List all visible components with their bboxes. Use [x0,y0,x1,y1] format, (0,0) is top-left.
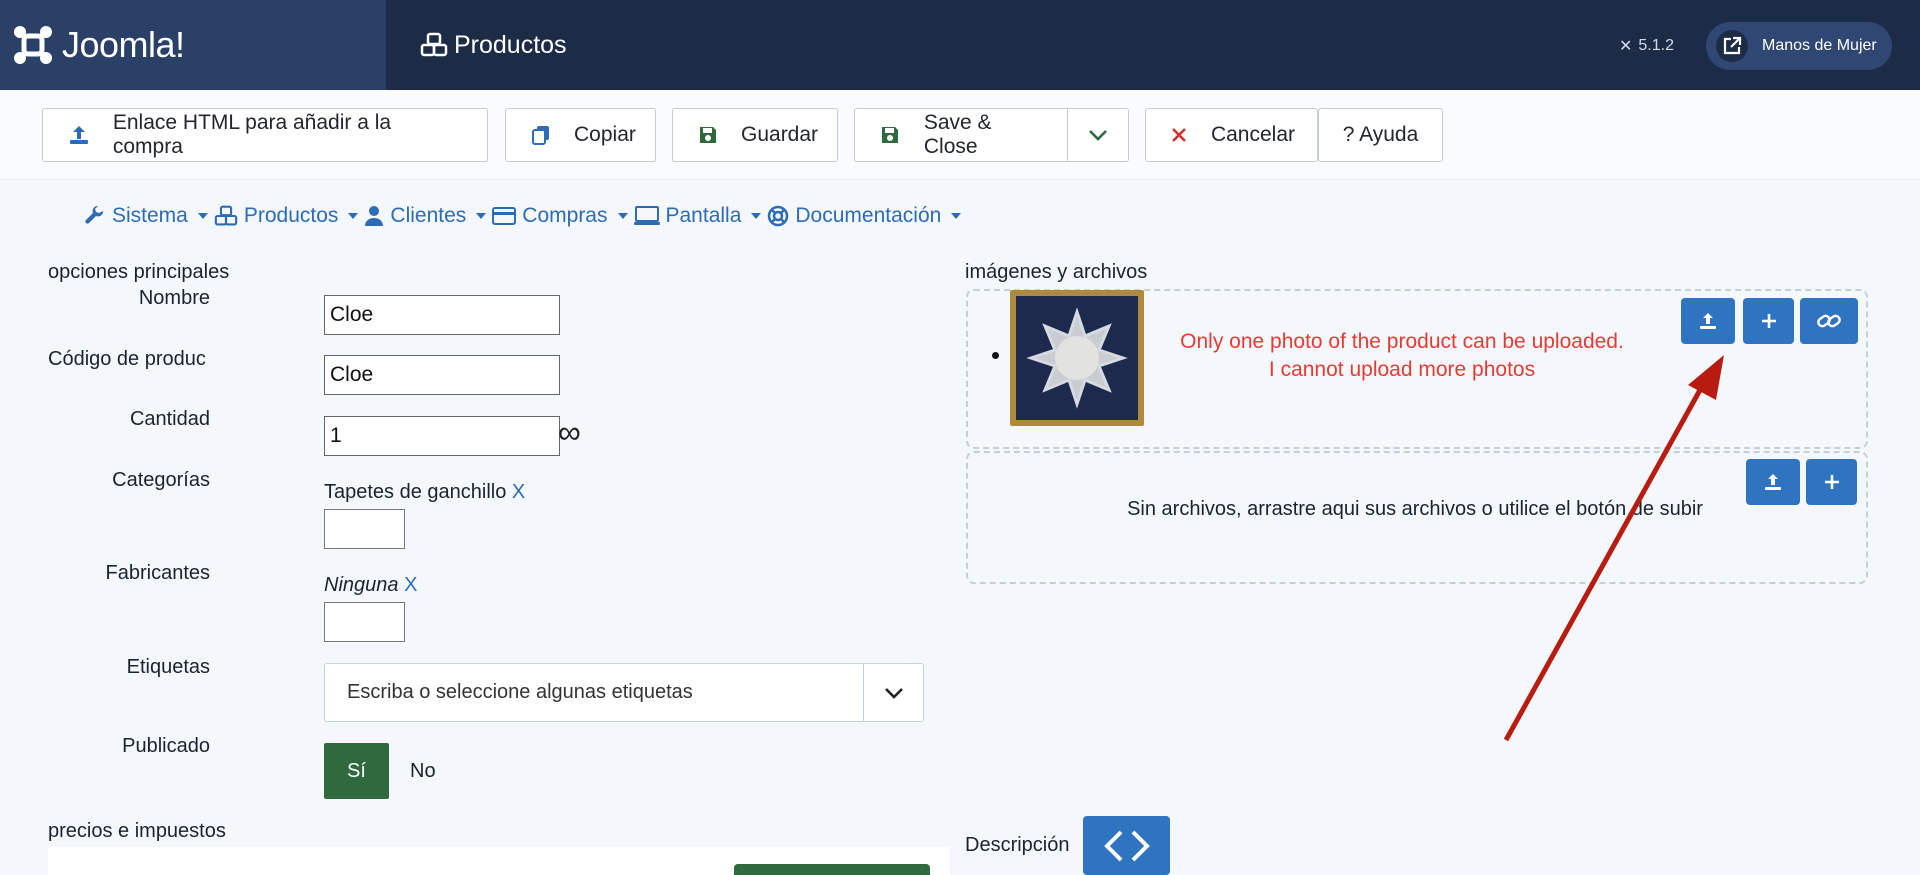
annotation-arrow [1503,355,1724,742]
